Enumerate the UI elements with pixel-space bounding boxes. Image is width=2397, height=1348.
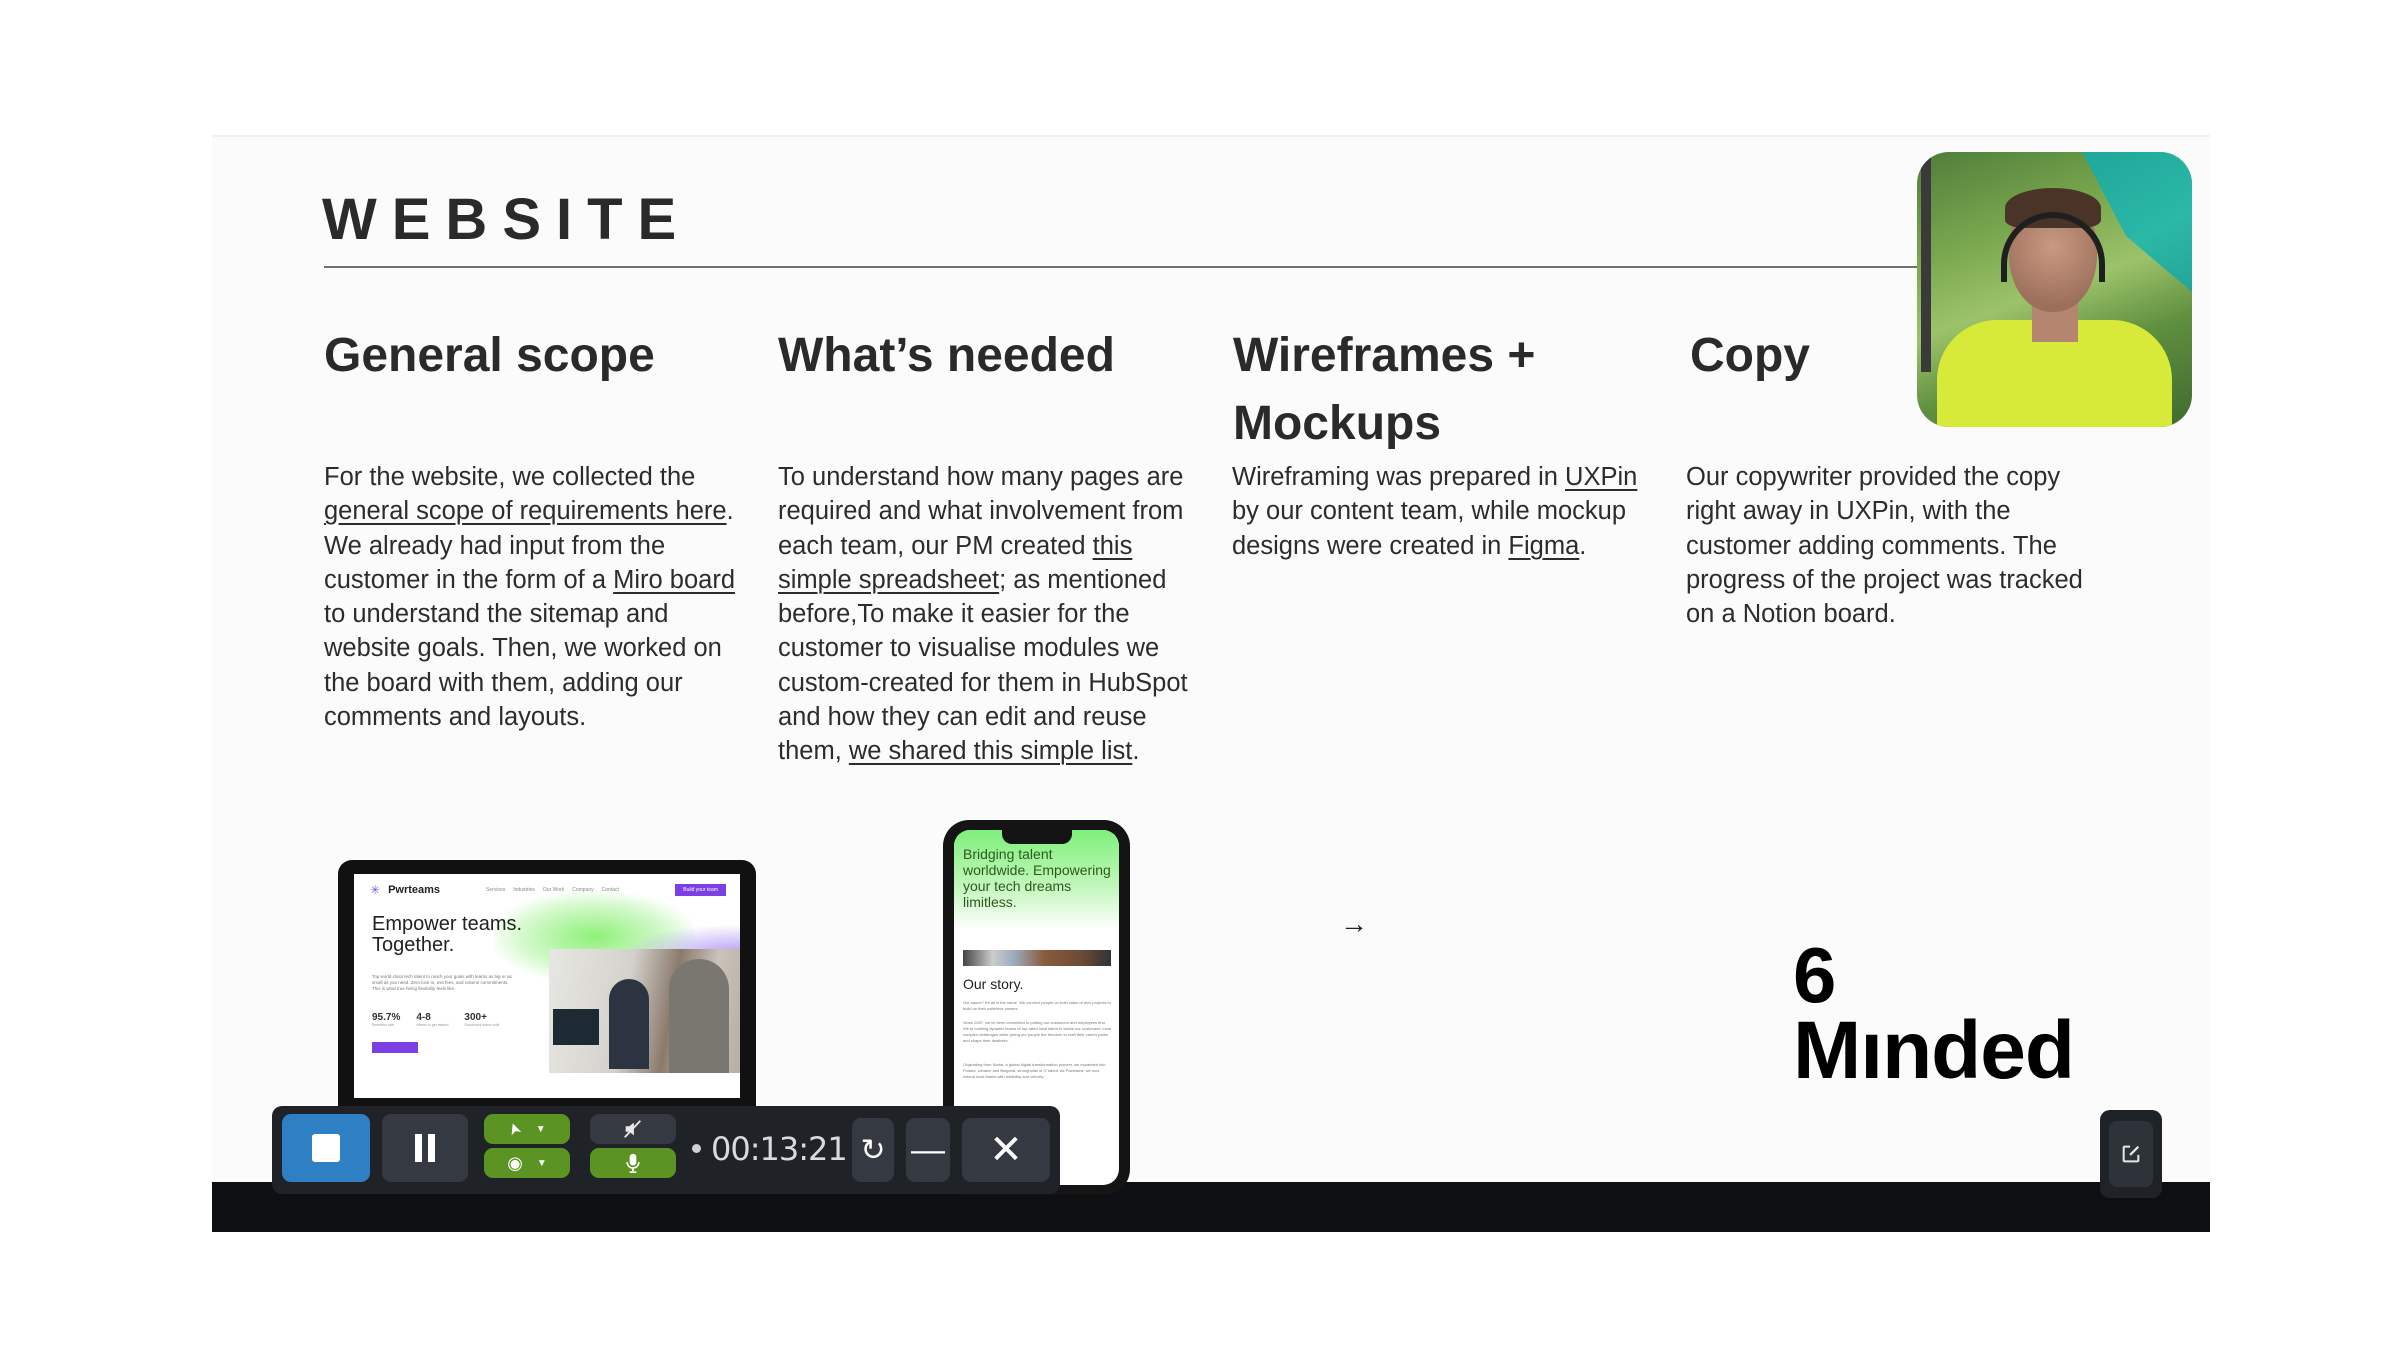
laptop-site-nav: ✳ Pwrteams Services Industries Our Work … [370, 882, 726, 898]
microphone-icon [626, 1153, 640, 1173]
slide-title: WEBSITE [322, 187, 692, 252]
phone-paragraph: Originating from Nortal, a global digita… [963, 1062, 1106, 1079]
inline-link[interactable]: general scope of requirements here [324, 497, 727, 525]
pause-icon [415, 1134, 435, 1162]
body-text: For the website, we collected the [324, 463, 696, 491]
photo-person [669, 959, 729, 1073]
recording-timer-value: 00:13:21 [711, 1130, 848, 1168]
phone-paragraph: Since 2007, we've been committed to putt… [963, 1020, 1111, 1043]
recording-timer: 00:13:21 [692, 1130, 848, 1168]
laptop-stat: 300+ Successful teams built [464, 1012, 499, 1027]
body-text: to understand the sitemap and website go… [324, 600, 722, 732]
speaker-muted-icon [624, 1120, 641, 1138]
cancel-recording-button[interactable]: ✕ [962, 1118, 1050, 1182]
body-text: Our copywriter provided the copy right a… [1686, 463, 2083, 629]
column-heading-whats-needed: What’s needed [778, 329, 1115, 382]
arrow-right-icon[interactable]: → [1340, 908, 1368, 940]
laptop-hero-photo [549, 949, 740, 1073]
column-heading-general-scope: General scope [324, 329, 655, 382]
phone-paragraph: Our sauce? It's all in the name. We conn… [963, 1000, 1111, 1011]
inline-link[interactable]: we shared this simple list [849, 737, 1132, 765]
system-audio-toggle-button[interactable] [590, 1114, 676, 1144]
stat-value: 4-8 [416, 1012, 431, 1023]
body-text: . [1132, 737, 1140, 766]
stat-label: Successful teams built [464, 1023, 500, 1027]
title-divider [324, 266, 1924, 268]
body-text: . [1579, 531, 1587, 560]
laptop-hero-button [372, 1042, 418, 1053]
webcam-bg-pole [1921, 152, 1931, 372]
webcam-icon: ◉ [507, 1152, 523, 1173]
phone-section-title: Our story. [963, 976, 1024, 992]
column-body-wireframes-mockups: Wireframing was prepared in UXPin by our… [1232, 460, 1652, 563]
phone-tagline: Bridging talent worldwide. Empowering yo… [963, 846, 1111, 910]
stop-icon [312, 1134, 340, 1162]
minimize-toolbar-button[interactable]: — [906, 1118, 950, 1182]
inline-link[interactable]: Miro board [613, 566, 735, 594]
laptop-nav-link: Contact [601, 887, 619, 893]
phone-notch [1001, 830, 1072, 844]
laptop-mockup: ✳ Pwrteams Services Industries Our Work … [338, 860, 756, 1112]
close-icon: ✕ [989, 1128, 1023, 1172]
laptop-hero-line2: Together. [372, 934, 455, 956]
cursor-icon: ➤ [505, 1119, 526, 1139]
laptop-nav-link: Services [486, 887, 506, 893]
logo-line1: 6 [1793, 931, 1837, 1019]
laptop-hero-blurb: Top world-class tech talent to reach you… [372, 974, 512, 991]
edit-button-inner [2109, 1121, 2153, 1187]
logo-line2: Mınded [1793, 1005, 2075, 1096]
laptop-nav-link: Industries [513, 887, 535, 893]
pause-recording-button[interactable] [382, 1114, 468, 1182]
inline-link[interactable]: Figma [1508, 532, 1579, 560]
photo-person [609, 979, 649, 1069]
stop-recording-button[interactable] [282, 1114, 370, 1182]
microphone-toggle-button[interactable] [590, 1148, 676, 1178]
body-text: Wireframing was prepared in [1232, 463, 1566, 491]
stat-label: Retention rate [372, 1023, 394, 1027]
laptop-cta-button: Build your team [675, 884, 726, 896]
laptop-hero-line1: Empower teams. [372, 913, 523, 935]
chevron-down-icon[interactable]: ▼ [537, 1158, 547, 1169]
laptop-site-brand: Pwrteams [388, 884, 441, 896]
minimize-icon: — [911, 1130, 945, 1169]
laptop-screen: ✳ Pwrteams Services Industries Our Work … [354, 874, 740, 1098]
recorder-toolbar: ➤ ▼ ◉ ▼ 00:13:21 ↻ — ✕ [272, 1106, 1060, 1194]
pwrteams-logo-icon: ✳ [370, 883, 381, 897]
edit-icon [2122, 1145, 2140, 1163]
laptop-stat: 95.7% Retention rate [372, 1012, 400, 1027]
chevron-down-icon[interactable]: ▼ [536, 1124, 546, 1135]
cursor-toggle-button[interactable]: ➤ ▼ [484, 1114, 570, 1144]
recording-dot-icon [692, 1143, 701, 1153]
inline-link[interactable]: UXPin [1565, 463, 1637, 491]
body-text: ; as mentioned before,To make it easier … [778, 565, 1188, 766]
stat-value: 95.7% [372, 1012, 401, 1023]
webcam-toggle-button[interactable]: ◉ ▼ [484, 1148, 570, 1178]
stat-label: Weeks to get started [416, 1023, 449, 1027]
laptop-stats: 95.7% Retention rate 4-8 Weeks to get star… [372, 1012, 499, 1027]
column-body-whats-needed: To understand how many pages are require… [778, 460, 1208, 769]
restart-icon: ↻ [860, 1133, 886, 1167]
laptop-stat: 4-8 Weeks to get started [416, 1012, 448, 1027]
column-body-general-scope: For the website, we collected the genera… [324, 460, 754, 734]
stat-value: 300+ [464, 1012, 487, 1023]
column-heading-wireframes-mockups: Wireframes + Mockups [1233, 329, 1536, 450]
six-minded-logo: 6 Mınded [1793, 931, 2075, 1096]
laptop-nav-link: Our Work [542, 887, 565, 893]
phone-image-strip [963, 950, 1111, 966]
edit-button[interactable] [2100, 1110, 2162, 1198]
photo-monitor [553, 1009, 599, 1045]
laptop-hero-heading: Empower teams. Together. [372, 914, 522, 956]
restart-recording-button[interactable]: ↻ [852, 1118, 894, 1182]
presenter-webcam-feed[interactable] [1917, 152, 2192, 427]
laptop-nav-link: Company [572, 887, 594, 893]
column-body-copy: Our copywriter provided the copy right a… [1686, 460, 2106, 631]
